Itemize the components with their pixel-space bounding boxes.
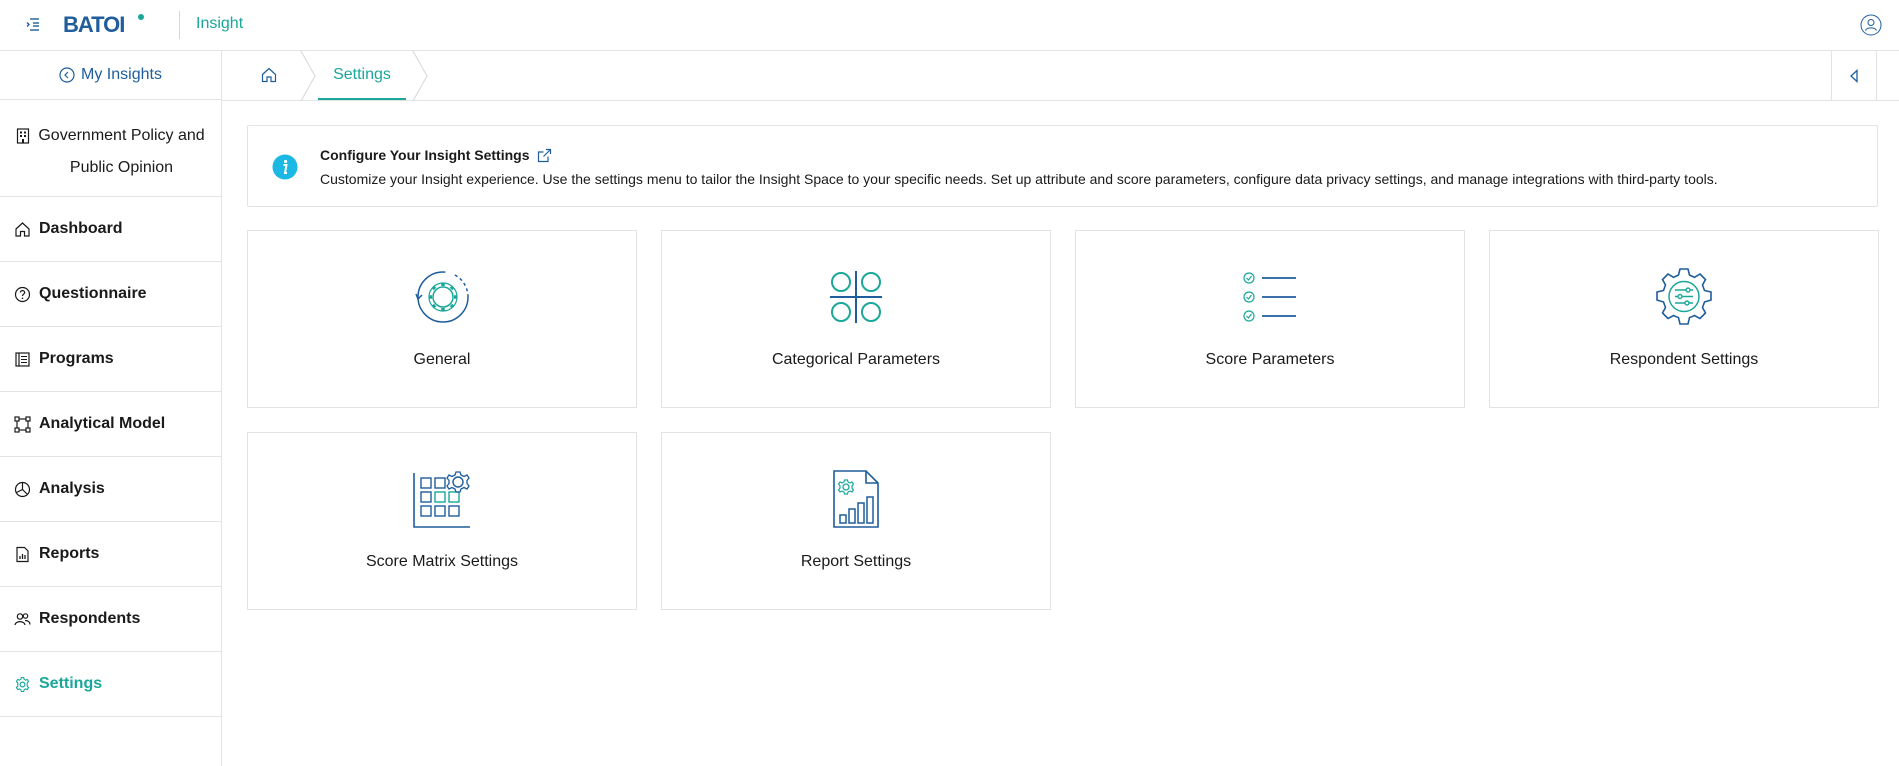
breadcrumb-settings[interactable]: Settings (318, 51, 406, 100)
sidebar-item-analysis[interactable]: Analysis (0, 457, 221, 522)
question-icon (14, 286, 31, 302)
batoi-logo[interactable]: BATOI (63, 11, 163, 37)
card-categorical-parameters[interactable]: Categorical Parameters (661, 230, 1051, 408)
external-link-icon[interactable] (537, 148, 552, 163)
project-title: Government Policy and Public Opinion (38, 127, 205, 176)
app-name: Insight (196, 15, 244, 32)
breadcrumb-separator-icon (300, 51, 316, 101)
sidebar-item-dashboard[interactable]: Dashboard (0, 197, 221, 262)
sidebar-item-label: Reports (39, 545, 100, 562)
model-nodes-icon (14, 415, 31, 433)
sidebar-item-label: Questionnaire (39, 285, 147, 302)
info-banner: Configure Your Insight Settings Customiz… (247, 125, 1878, 207)
settings-sliders-gear-icon (1656, 268, 1712, 325)
card-report-settings[interactable]: Report Settings (661, 432, 1051, 610)
card-label: Respondent Settings (1609, 351, 1759, 368)
sidebar-item-label: Analytical Model (39, 415, 166, 432)
logo-divider (179, 11, 180, 39)
sidebar-item-label: Programs (39, 350, 114, 367)
sidebar-item-label: Respondents (39, 610, 141, 627)
sidebar-item-questionnaire[interactable]: Questionnaire (0, 262, 221, 327)
categories-icon (830, 271, 882, 323)
book-icon (15, 351, 30, 367)
home-icon[interactable] (260, 66, 278, 84)
info-title-text: Configure Your Insight Settings (320, 147, 530, 163)
menu-toggle-icon[interactable] (24, 15, 42, 33)
card-respondent-settings[interactable]: Respondent Settings (1489, 230, 1879, 408)
card-label: Report Settings (800, 553, 912, 570)
home-icon (15, 221, 30, 237)
project-title-block: Government Policy and Public Opinion (0, 100, 221, 197)
breadcrumb-separator-icon (412, 51, 428, 101)
logo-text: BATOI (63, 12, 124, 37)
top-bar: BATOI Insight (0, 0, 1899, 51)
pie-chart-icon (14, 481, 31, 497)
checklist-icon (1243, 272, 1296, 322)
card-label: General (413, 351, 471, 368)
sidebar: My Insights Government Policy and Public… (0, 51, 222, 766)
my-insights-label: My Insights (81, 66, 162, 83)
info-icon (272, 154, 298, 180)
card-label: Score Matrix Settings (365, 553, 519, 570)
report-icon (16, 546, 29, 562)
building-icon (16, 128, 30, 144)
sidebar-item-respondents[interactable]: Respondents (0, 587, 221, 652)
back-arrow-icon (59, 67, 75, 83)
sidebar-item-reports[interactable]: Reports (0, 522, 221, 587)
card-score-parameters[interactable]: Score Parameters (1075, 230, 1465, 408)
info-title: Configure Your Insight Settings (320, 147, 552, 163)
collapse-panel-button[interactable] (1831, 51, 1877, 100)
sidebar-item-label: Dashboard (39, 220, 123, 237)
info-description: Customize your Insight experience. Use t… (320, 171, 1718, 187)
report-settings-icon (833, 470, 879, 528)
sidebar-item-settings[interactable]: Settings (0, 652, 221, 717)
my-insights-back-link[interactable]: My Insights (0, 51, 221, 100)
breadcrumb: Settings (222, 51, 1899, 101)
matrix-gear-icon (413, 471, 470, 528)
sidebar-item-label: Settings (39, 675, 103, 692)
card-general[interactable]: General (247, 230, 637, 408)
sidebar-item-label: Analysis (39, 480, 105, 497)
card-label: Categorical Parameters (771, 351, 941, 368)
sidebar-item-programs[interactable]: Programs (0, 327, 221, 392)
users-icon (14, 612, 31, 625)
gear-cycle-icon (415, 271, 469, 323)
caret-left-icon (1850, 68, 1858, 83)
card-score-matrix-settings[interactable]: Score Matrix Settings (247, 432, 637, 610)
card-label: Score Parameters (1205, 351, 1335, 368)
user-avatar-icon[interactable] (1860, 14, 1882, 36)
sidebar-item-analytical-model[interactable]: Analytical Model (0, 392, 221, 457)
gear-icon (15, 676, 30, 692)
